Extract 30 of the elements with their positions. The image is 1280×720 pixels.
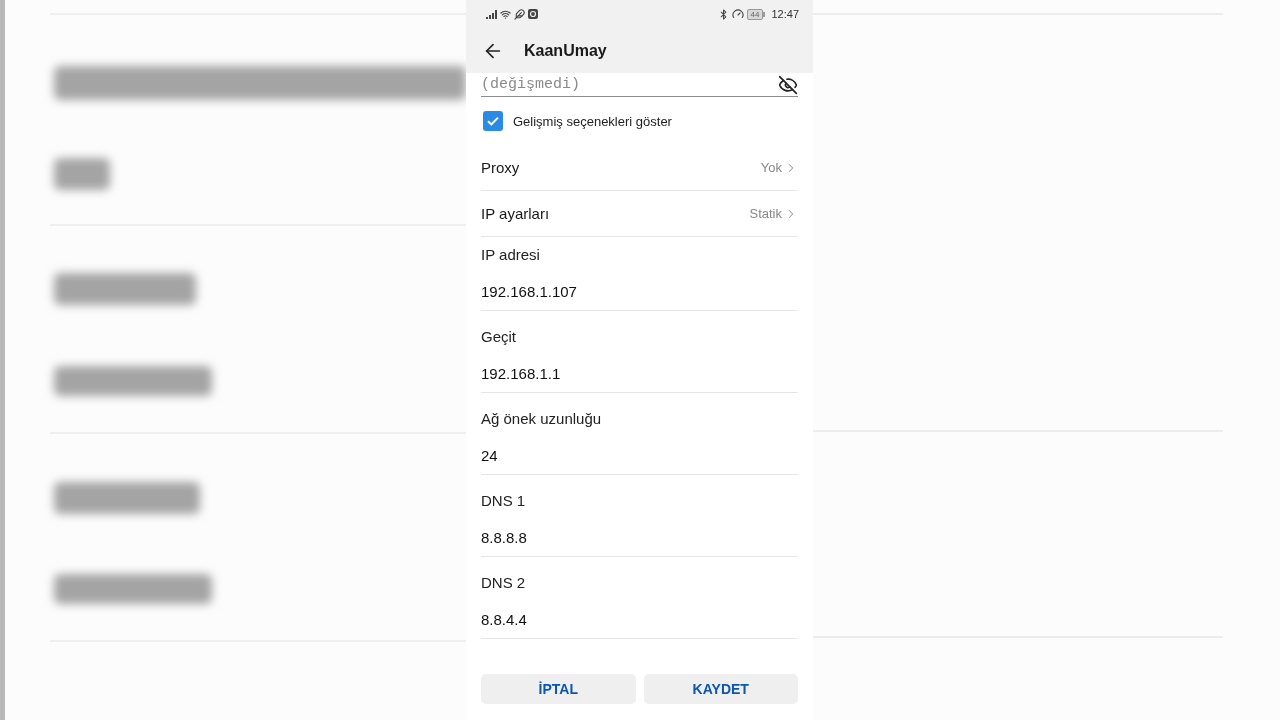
app-square-icon xyxy=(528,9,538,19)
field-label: DNS 1 xyxy=(481,491,527,511)
settings-row[interactable]: IP ayarları Statik xyxy=(481,191,798,237)
text-field[interactable]: 192.168.1.1 xyxy=(481,361,798,385)
battery-indicator: 44 xyxy=(746,8,764,20)
checkbox-label: Gelişmiş seçenekleri göster xyxy=(513,113,672,129)
field-label: Geçit xyxy=(481,327,517,347)
setting-value: Statik xyxy=(749,206,782,221)
field-label: Ağ önek uzunluğu xyxy=(481,409,603,429)
feather-icon xyxy=(514,8,525,20)
settings-row[interactable]: Proxy Yok xyxy=(481,145,798,191)
eye-off-icon[interactable] xyxy=(778,74,798,95)
wifi-icon xyxy=(500,8,511,20)
text-field[interactable]: 24 xyxy=(481,443,798,467)
setting-label: Proxy xyxy=(481,159,520,176)
field-label: DNS 2 xyxy=(481,573,527,593)
text-field[interactable]: 8.8.8.8 xyxy=(481,525,798,549)
status-time: 12:47 xyxy=(771,8,799,20)
text-field[interactable]: 8.8.4.4 xyxy=(481,607,798,631)
checkbox[interactable] xyxy=(483,111,503,131)
field-label: IP adresi xyxy=(481,245,541,265)
text-field[interactable]: 192.168.1.107 xyxy=(481,279,798,303)
window-title: KaanUmay xyxy=(524,41,607,60)
dialog-button[interactable]: KAYDET xyxy=(643,674,798,704)
setting-label: IP ayarları xyxy=(481,205,550,222)
password-field[interactable]: (değişmedi) xyxy=(481,73,778,96)
gauge-icon xyxy=(731,8,744,20)
setting-value: Yok xyxy=(760,160,782,175)
signal-icon xyxy=(486,9,497,19)
dialog-button[interactable]: İPTAL xyxy=(481,674,636,704)
